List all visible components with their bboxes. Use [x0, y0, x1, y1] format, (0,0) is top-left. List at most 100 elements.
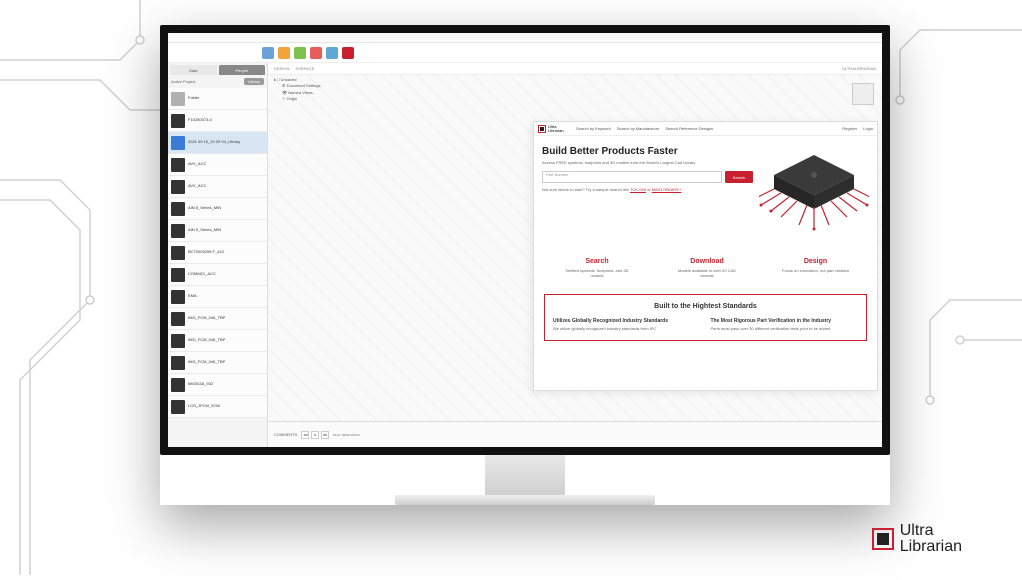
- toolbar-icon[interactable]: [326, 47, 338, 59]
- part-name: IMG_FCM_046_TBP: [188, 316, 225, 320]
- hero-subtitle: Access FREE symbols, footprints and 3D m…: [542, 160, 753, 165]
- part-item[interactable]: Folder: [168, 88, 267, 110]
- main-area: Data People Active Project Library Folde…: [168, 63, 882, 447]
- part-name: EMA: [188, 294, 197, 298]
- playback-controls: ◂◂ ▸ ▸▸: [301, 431, 329, 439]
- toolbar-icon[interactable]: [310, 47, 322, 59]
- part-name: IMG_FCM_046_TBP: [188, 360, 225, 364]
- canvas-tab[interactable]: SURFACE: [295, 66, 314, 71]
- part-item[interactable]: COMM21_ACC: [168, 264, 267, 286]
- toolbar-icon[interactable]: [262, 47, 274, 59]
- tree-item[interactable]: Document Settings: [287, 83, 321, 88]
- part-item[interactable]: AIN 5_Series_MIN: [168, 198, 267, 220]
- nav-reference-designs[interactable]: Search Reference Designs: [665, 126, 713, 131]
- nav-search-manufacturer[interactable]: Search by Manufacturer: [617, 126, 660, 131]
- part-thumb-icon: [171, 158, 185, 172]
- nav-search-keyword[interactable]: Search by Keyword: [576, 126, 611, 131]
- standards-col-1: Utilizes Globally Recognized Industry St…: [553, 318, 701, 331]
- ul-auth: Register Login: [842, 126, 873, 131]
- part-thumb-icon: [171, 202, 185, 216]
- part-number-input[interactable]: Part Number: [542, 171, 722, 183]
- canvas-tabs: DESIGN SURFACE ULTRALIBRARIAN: [268, 63, 882, 75]
- play-icon[interactable]: ▸: [311, 431, 319, 439]
- sidebar-tabs: Data People: [168, 63, 267, 75]
- part-name: BC70003205 F_410: [188, 250, 224, 254]
- hero-chip-art: [759, 146, 869, 238]
- ul-logo-icon: UltraLibrarian: [538, 125, 568, 133]
- project-header: Active Project: [171, 79, 195, 84]
- part-item[interactable]: BC70003205 F_410: [168, 242, 267, 264]
- hero-section: Build Better Products Faster Access FREE…: [534, 136, 877, 248]
- monitor-base: [395, 495, 655, 505]
- part-name: COMM21_ACC: [188, 272, 216, 276]
- part-thumb-icon: [171, 290, 185, 304]
- ultralibrarian-panel: UltraLibrarian Search by Keyword Search …: [533, 121, 878, 391]
- tab-people[interactable]: People: [219, 65, 266, 75]
- search-hint: Not sure where to start? Try a sample se…: [542, 187, 753, 192]
- hero-content: Build Better Products Faster Access FREE…: [542, 146, 753, 238]
- sample-link-1[interactable]: TCK-049: [630, 187, 646, 192]
- part-item[interactable]: IMG_FCM_046_TBP: [168, 308, 267, 330]
- part-item[interactable]: AVX_ACC: [168, 176, 267, 198]
- next-icon[interactable]: ▸▸: [321, 431, 329, 439]
- part-thumb-icon: [171, 224, 185, 238]
- standards-box: Built to the Hightest Standards Utilizes…: [544, 294, 867, 340]
- register-link[interactable]: Register: [842, 126, 857, 131]
- part-item[interactable]: IMG_FCM_046_TBP: [168, 352, 267, 374]
- part-thumb-icon: [171, 378, 185, 392]
- view-cube[interactable]: [852, 83, 874, 105]
- sample-link-2[interactable]: MAX17650ATE+: [652, 187, 682, 192]
- standards-title: Built to the Hightest Standards: [553, 303, 858, 310]
- canvas-area: DESIGN SURFACE ULTRALIBRARIAN ▸ □ Unsave…: [268, 63, 882, 447]
- part-name: LCD_JFCM_9234: [188, 404, 220, 408]
- part-name: Folder: [188, 96, 199, 100]
- toolbar-icon[interactable]: [278, 47, 290, 59]
- brand-text: Ultra Librarian: [900, 523, 962, 555]
- brand-logo: Ultra Librarian: [872, 523, 962, 555]
- timeline-bar: COMMENTS ◂◂ ▸ ▸▸ PLAY SIMULATION: [268, 421, 882, 447]
- part-item[interactable]: IMG_FCM_046_TBP: [168, 330, 267, 352]
- part-thumb-icon: [171, 180, 185, 194]
- 3d-canvas[interactable]: UltraLibrarian Search by Keyword Search …: [268, 75, 882, 421]
- sidebar: Data People Active Project Library Folde…: [168, 63, 268, 447]
- comments-label: COMMENTS: [274, 432, 297, 437]
- part-item[interactable]: IMG5118_932: [168, 374, 267, 396]
- feature-search: SearchVerified symbols, footprints, and …: [562, 258, 632, 278]
- tree-item[interactable]: Named Views: [288, 90, 313, 95]
- part-item[interactable]: 2021 09 10_10 29 04_Library: [168, 132, 267, 154]
- part-thumb-icon: [171, 92, 185, 106]
- part-name: AIN 5_Series_MIN: [188, 228, 221, 232]
- tab-data[interactable]: Data: [170, 65, 217, 75]
- search-button[interactable]: Search: [725, 171, 753, 183]
- canvas-tab[interactable]: ULTRALIBRARIAN: [842, 66, 876, 71]
- part-name: AVX_ACC: [188, 162, 206, 166]
- app-screen: Data People Active Project Library Folde…: [168, 33, 882, 447]
- part-thumb-icon: [171, 246, 185, 260]
- toolbar-icon[interactable]: [294, 47, 306, 59]
- part-item[interactable]: AIN 5_Series_MIN: [168, 220, 267, 242]
- part-thumb-icon: [171, 136, 185, 150]
- canvas-tab[interactable]: DESIGN: [274, 66, 289, 71]
- ul-header: UltraLibrarian Search by Keyword Search …: [534, 122, 877, 136]
- window-titlebar: [168, 33, 882, 43]
- part-thumb-icon: [171, 334, 185, 348]
- tree-item[interactable]: Origin: [286, 96, 297, 101]
- part-name: 2021 09 10_10 29 04_Library: [188, 140, 240, 144]
- monitor-bezel: Data People Active Project Library Folde…: [160, 25, 890, 455]
- library-button[interactable]: Library: [244, 78, 264, 85]
- part-item[interactable]: EMA: [168, 286, 267, 308]
- part-thumb-icon: [171, 268, 185, 282]
- toolbar-icon-group: [262, 47, 354, 59]
- part-item[interactable]: LCD_JFCM_9234: [168, 396, 267, 418]
- app-toolbar: [168, 43, 882, 63]
- part-item[interactable]: F10250073.d: [168, 110, 267, 132]
- part-item[interactable]: AVX_ACC: [168, 154, 267, 176]
- feature-design: DesignFocus on innovation, not part crea…: [782, 258, 849, 278]
- ultralibrarian-toolbar-icon[interactable]: [342, 47, 354, 59]
- brand-mark-icon: [872, 528, 894, 550]
- part-thumb-icon: [171, 400, 185, 414]
- tree-root[interactable]: Unsaved: [281, 77, 297, 82]
- login-link[interactable]: Login: [863, 126, 873, 131]
- search-row: Part Number Search: [542, 171, 753, 183]
- prev-icon[interactable]: ◂◂: [301, 431, 309, 439]
